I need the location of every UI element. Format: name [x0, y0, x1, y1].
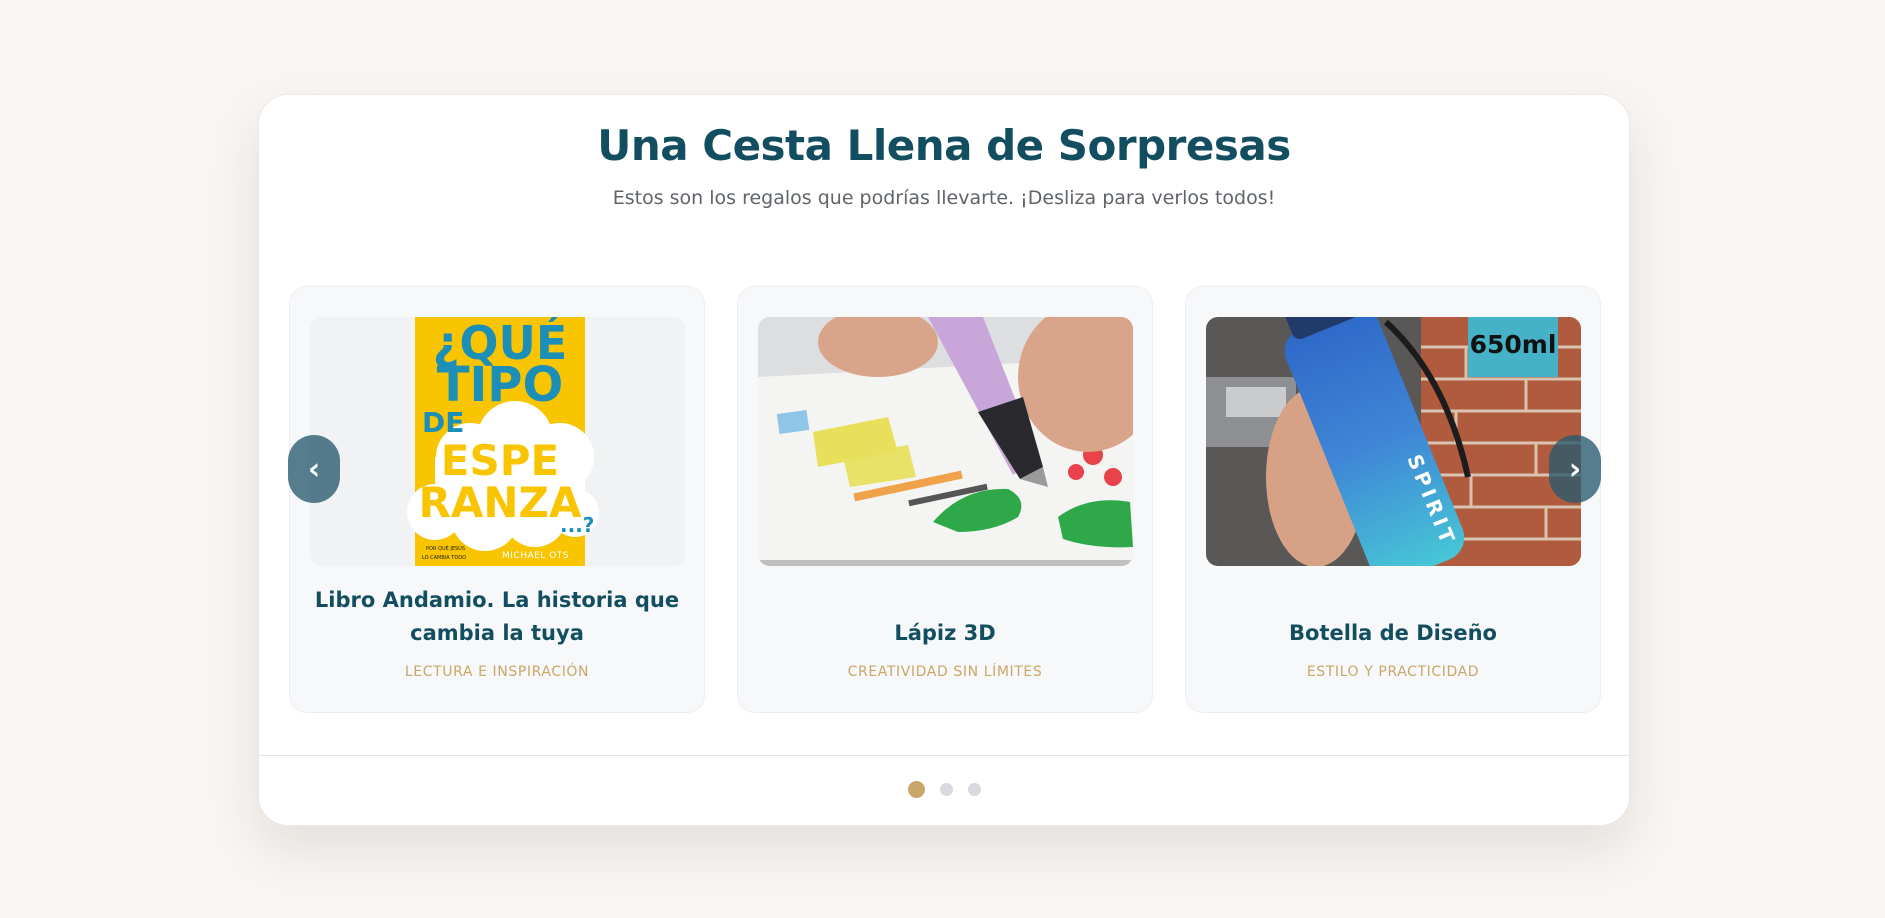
book-cover-line-2: TIPO [437, 357, 564, 413]
slide-book[interactable]: ¿QUÉ TIPO DE ESPE RANZA ...? POR QUÉ JES… [289, 286, 705, 713]
slide-book-name: Libro Andamio. La historia que cambia la… [314, 588, 680, 645]
slide-bottle[interactable]: SPIRIT 650ml Botella de Diseño ESTILO Y … [1185, 286, 1601, 713]
book-cover-line-6: ...? [560, 513, 594, 537]
pagination-dot-2[interactable] [939, 783, 953, 796]
book-cover-image: ¿QUÉ TIPO DE ESPE RANZA ...? POR QUÉ JES… [310, 317, 685, 566]
bottle-photo: SPIRIT 650ml [1206, 317, 1581, 566]
section-title: Una Cesta Llena de Sorpresas [597, 121, 1291, 170]
footer-divider [259, 755, 1629, 756]
slide-3d-pen[interactable]: Lápiz 3D CREATIVIDAD SIN LÍMITES [737, 286, 1153, 713]
carousel-prev-button[interactable]: ‹ [288, 435, 340, 503]
pagination-dot-3[interactable] [967, 783, 981, 796]
chevron-right-icon: › [1568, 451, 1582, 487]
carousel-next-button[interactable]: › [1549, 435, 1601, 503]
book-cover-line-5: RANZA [419, 478, 582, 527]
slide-bottle-tag: ESTILO Y PRACTICIDAD [1306, 664, 1480, 680]
gift-carousel[interactable]: ¿QUÉ TIPO DE ESPE RANZA ...? POR QUÉ JES… [289, 286, 1601, 713]
slide-3d-pen-name: Lápiz 3D [894, 621, 996, 645]
section-subtitle: Estos son los regalos que podrías llevar… [612, 187, 1276, 209]
slide-3d-pen-tag: CREATIVIDAD SIN LÍMITES [847, 664, 1043, 680]
pagination-dot-1[interactable] [907, 781, 925, 798]
slide-bottle-name: Botella de Diseño [1289, 621, 1497, 645]
book-cover-line-3: DE [422, 406, 464, 439]
gift-carousel-card: Una Cesta Llena de Sorpresas Estos son l… [258, 94, 1630, 826]
book-cover-author: MICHAEL OTS [502, 551, 569, 561]
carousel-pagination [259, 781, 1629, 798]
book-cover-blurb-1: POR QUÉ JESÚS [426, 544, 465, 552]
bottle-capacity-badge: 650ml [1470, 330, 1557, 359]
chevron-left-icon: ‹ [307, 451, 321, 487]
book-cover-blurb-2: LO CAMBIA TODO [422, 555, 466, 561]
3d-pen-photo [758, 317, 1133, 566]
slide-book-tag: LECTURA E INSPIRACIÓN [404, 664, 590, 680]
